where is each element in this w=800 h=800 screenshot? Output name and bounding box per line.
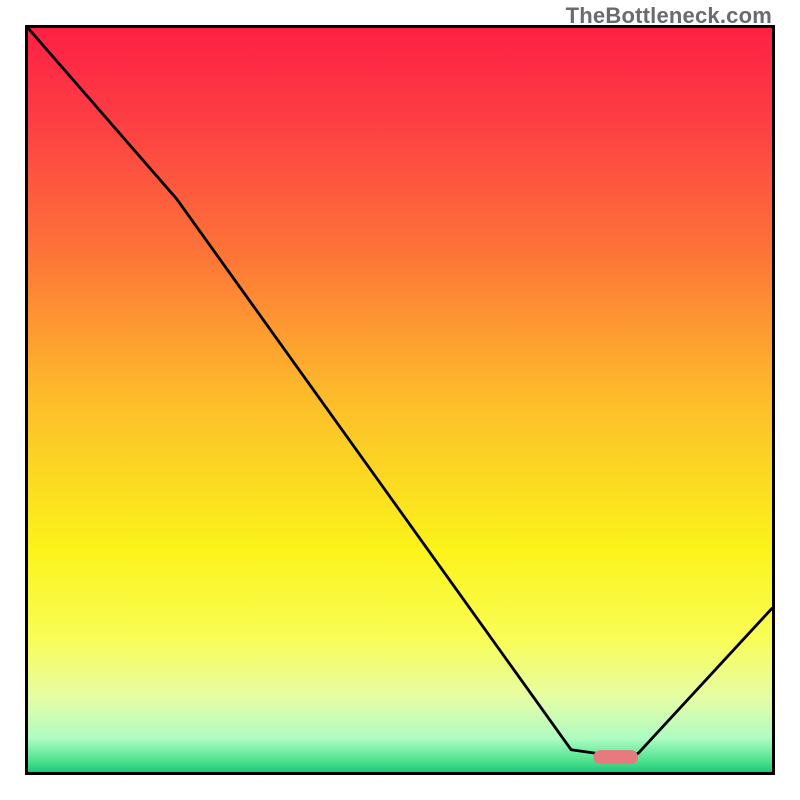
plot-area [25,25,775,775]
optimal-marker [593,750,638,764]
background-gradient [28,28,772,772]
chart-frame: TheBottleneck.com [0,0,800,800]
chart-svg [28,28,772,772]
